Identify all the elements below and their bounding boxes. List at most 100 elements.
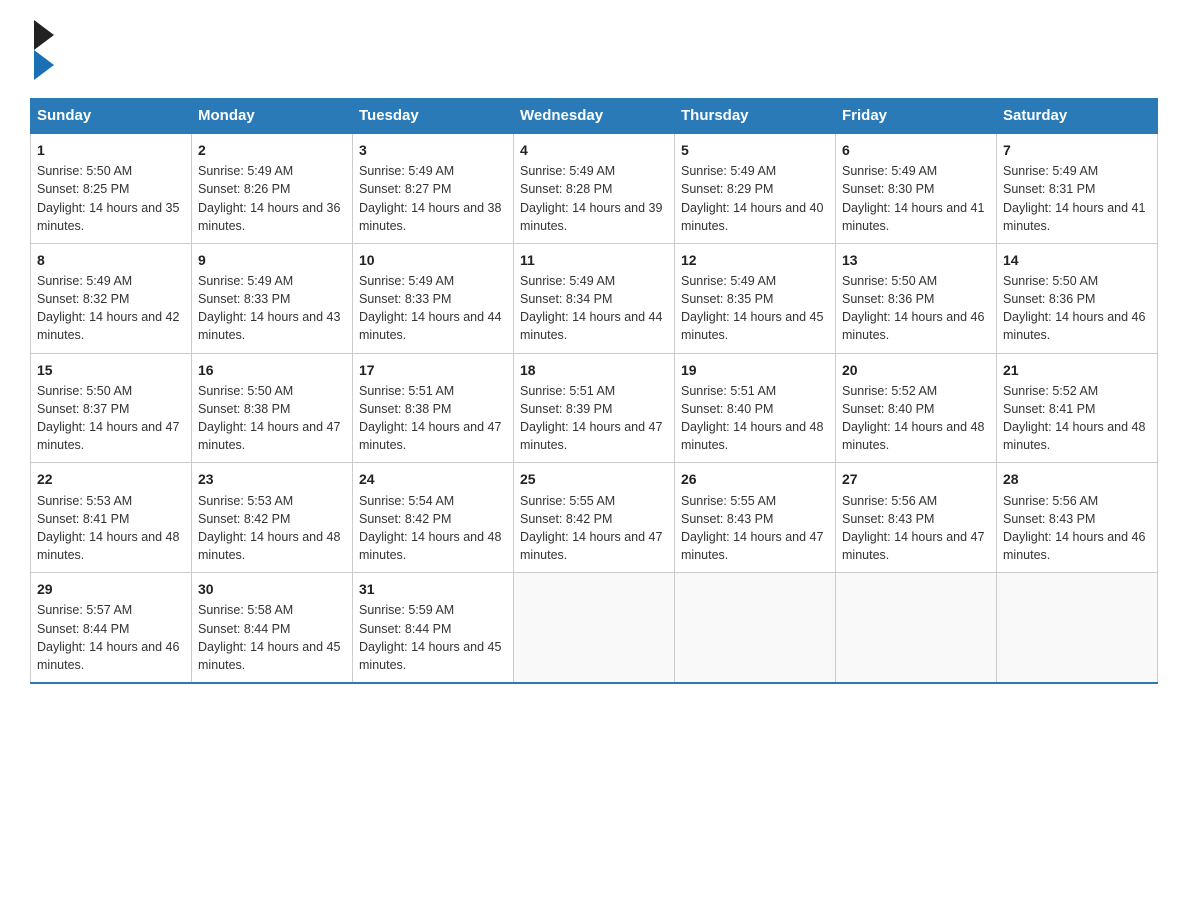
day-info: Sunrise: 5:49 AMSunset: 8:26 PMDaylight:… [198, 162, 346, 235]
day-cell: 27Sunrise: 5:56 AMSunset: 8:43 PMDayligh… [836, 463, 997, 573]
day-info: Sunrise: 5:50 AMSunset: 8:36 PMDaylight:… [1003, 272, 1151, 345]
day-number: 12 [681, 250, 829, 270]
day-number: 30 [198, 579, 346, 599]
day-cell: 13Sunrise: 5:50 AMSunset: 8:36 PMDayligh… [836, 243, 997, 353]
day-number: 18 [520, 360, 668, 380]
day-info: Sunrise: 5:55 AMSunset: 8:42 PMDaylight:… [520, 492, 668, 565]
day-info: Sunrise: 5:49 AMSunset: 8:33 PMDaylight:… [359, 272, 507, 345]
day-cell [997, 573, 1158, 683]
day-info: Sunrise: 5:50 AMSunset: 8:38 PMDaylight:… [198, 382, 346, 455]
day-info: Sunrise: 5:49 AMSunset: 8:29 PMDaylight:… [681, 162, 829, 235]
day-cell: 12Sunrise: 5:49 AMSunset: 8:35 PMDayligh… [675, 243, 836, 353]
day-number: 14 [1003, 250, 1151, 270]
day-info: Sunrise: 5:49 AMSunset: 8:31 PMDaylight:… [1003, 162, 1151, 235]
week-row-4: 22 Sunrise: 5:53 AMSunset: 8:41 PMDayligh… [31, 463, 1158, 573]
day-number: 31 [359, 579, 507, 599]
logo-blue-text [30, 50, 54, 80]
header-saturday: Saturday [997, 99, 1158, 134]
header-row: SundayMondayTuesdayWednesdayThursdayFrid… [31, 99, 1158, 134]
header-monday: Monday [192, 99, 353, 134]
day-info: Sunrise: 5:53 AMSunset: 8:41 PMDaylight:… [37, 492, 185, 565]
day-cell: 2Sunrise: 5:49 AMSunset: 8:26 PMDaylight… [192, 133, 353, 243]
logo-general-text [30, 20, 54, 50]
day-info: Sunrise: 5:52 AMSunset: 8:41 PMDaylight:… [1003, 382, 1151, 455]
day-number: 3 [359, 140, 507, 160]
day-number: 6 [842, 140, 990, 160]
day-number: 26 [681, 469, 829, 489]
day-cell: 3Sunrise: 5:49 AMSunset: 8:27 PMDaylight… [353, 133, 514, 243]
week-row-3: 15Sunrise: 5:50 AMSunset: 8:37 PMDayligh… [31, 353, 1158, 463]
day-number: 25 [520, 469, 668, 489]
day-info: Sunrise: 5:49 AMSunset: 8:34 PMDaylight:… [520, 272, 668, 345]
day-number: 29 [37, 579, 185, 599]
header-thursday: Thursday [675, 99, 836, 134]
day-cell: 25 Sunrise: 5:55 AMSunset: 8:42 PMDayligh… [514, 463, 675, 573]
day-cell: 9Sunrise: 5:49 AMSunset: 8:33 PMDaylight… [192, 243, 353, 353]
week-row-5: 29Sunrise: 5:57 AMSunset: 8:44 PMDayligh… [31, 573, 1158, 683]
day-info: Sunrise: 5:50 AMSunset: 8:36 PMDaylight:… [842, 272, 990, 345]
day-number: 7 [1003, 140, 1151, 160]
day-number: 11 [520, 250, 668, 270]
day-cell: 16Sunrise: 5:50 AMSunset: 8:38 PMDayligh… [192, 353, 353, 463]
day-number: 22 [37, 469, 185, 489]
day-cell [675, 573, 836, 683]
day-info: Sunrise: 5:55 AMSunset: 8:43 PMDaylight:… [681, 492, 829, 565]
day-number: 16 [198, 360, 346, 380]
day-cell: 24 Sunrise: 5:54 AMSunset: 8:42 PMDayligh… [353, 463, 514, 573]
day-info: Sunrise: 5:49 AMSunset: 8:30 PMDaylight:… [842, 162, 990, 235]
day-info: Sunrise: 5:49 AMSunset: 8:33 PMDaylight:… [198, 272, 346, 345]
day-number: 13 [842, 250, 990, 270]
week-row-1: 1Sunrise: 5:50 AMSunset: 8:25 PMDaylight… [31, 133, 1158, 243]
day-cell: 20Sunrise: 5:52 AMSunset: 8:40 PMDayligh… [836, 353, 997, 463]
header-wednesday: Wednesday [514, 99, 675, 134]
day-cell [514, 573, 675, 683]
day-cell: 28Sunrise: 5:56 AMSunset: 8:43 PMDayligh… [997, 463, 1158, 573]
header-sunday: Sunday [31, 99, 192, 134]
day-cell: 15Sunrise: 5:50 AMSunset: 8:37 PMDayligh… [31, 353, 192, 463]
day-number: 2 [198, 140, 346, 160]
day-info: Sunrise: 5:49 AMSunset: 8:32 PMDaylight:… [37, 272, 185, 345]
day-info: Sunrise: 5:58 AMSunset: 8:44 PMDaylight:… [198, 601, 346, 674]
calendar-table: SundayMondayTuesdayWednesdayThursdayFrid… [30, 98, 1158, 684]
day-cell: 17Sunrise: 5:51 AMSunset: 8:38 PMDayligh… [353, 353, 514, 463]
day-cell: 23 Sunrise: 5:53 AMSunset: 8:42 PMDayligh… [192, 463, 353, 573]
day-info: Sunrise: 5:52 AMSunset: 8:40 PMDaylight:… [842, 382, 990, 455]
day-info: Sunrise: 5:50 AMSunset: 8:37 PMDaylight:… [37, 382, 185, 455]
day-number: 9 [198, 250, 346, 270]
day-cell: 5Sunrise: 5:49 AMSunset: 8:29 PMDaylight… [675, 133, 836, 243]
page-header [30, 20, 1158, 80]
day-info: Sunrise: 5:51 AMSunset: 8:38 PMDaylight:… [359, 382, 507, 455]
day-info: Sunrise: 5:53 AMSunset: 8:42 PMDaylight:… [198, 492, 346, 565]
header-friday: Friday [836, 99, 997, 134]
day-number: 5 [681, 140, 829, 160]
day-info: Sunrise: 5:49 AMSunset: 8:28 PMDaylight:… [520, 162, 668, 235]
day-cell: 26 Sunrise: 5:55 AMSunset: 8:43 PMDayligh… [675, 463, 836, 573]
day-number: 10 [359, 250, 507, 270]
day-info: Sunrise: 5:49 AMSunset: 8:35 PMDaylight:… [681, 272, 829, 345]
day-cell: 14Sunrise: 5:50 AMSunset: 8:36 PMDayligh… [997, 243, 1158, 353]
day-cell: 31Sunrise: 5:59 AMSunset: 8:44 PMDayligh… [353, 573, 514, 683]
day-number: 1 [37, 140, 185, 160]
day-info: Sunrise: 5:59 AMSunset: 8:44 PMDaylight:… [359, 601, 507, 674]
week-row-2: 8Sunrise: 5:49 AMSunset: 8:32 PMDaylight… [31, 243, 1158, 353]
day-info: Sunrise: 5:51 AMSunset: 8:40 PMDaylight:… [681, 382, 829, 455]
day-cell: 11Sunrise: 5:49 AMSunset: 8:34 PMDayligh… [514, 243, 675, 353]
header-tuesday: Tuesday [353, 99, 514, 134]
day-info: Sunrise: 5:49 AMSunset: 8:27 PMDaylight:… [359, 162, 507, 235]
day-cell: 18Sunrise: 5:51 AMSunset: 8:39 PMDayligh… [514, 353, 675, 463]
day-number: 21 [1003, 360, 1151, 380]
day-cell: 22 Sunrise: 5:53 AMSunset: 8:41 PMDayligh… [31, 463, 192, 573]
day-cell: 30Sunrise: 5:58 AMSunset: 8:44 PMDayligh… [192, 573, 353, 683]
day-number: 4 [520, 140, 668, 160]
day-number: 17 [359, 360, 507, 380]
day-info: Sunrise: 5:54 AMSunset: 8:42 PMDaylight:… [359, 492, 507, 565]
day-info: Sunrise: 5:50 AMSunset: 8:25 PMDaylight:… [37, 162, 185, 235]
day-number: 23 [198, 469, 346, 489]
day-info: Sunrise: 5:57 AMSunset: 8:44 PMDaylight:… [37, 601, 185, 674]
day-cell: 21Sunrise: 5:52 AMSunset: 8:41 PMDayligh… [997, 353, 1158, 463]
day-cell: 4Sunrise: 5:49 AMSunset: 8:28 PMDaylight… [514, 133, 675, 243]
day-number: 24 [359, 469, 507, 489]
day-cell: 29Sunrise: 5:57 AMSunset: 8:44 PMDayligh… [31, 573, 192, 683]
day-number: 15 [37, 360, 185, 380]
day-info: Sunrise: 5:56 AMSunset: 8:43 PMDaylight:… [1003, 492, 1151, 565]
